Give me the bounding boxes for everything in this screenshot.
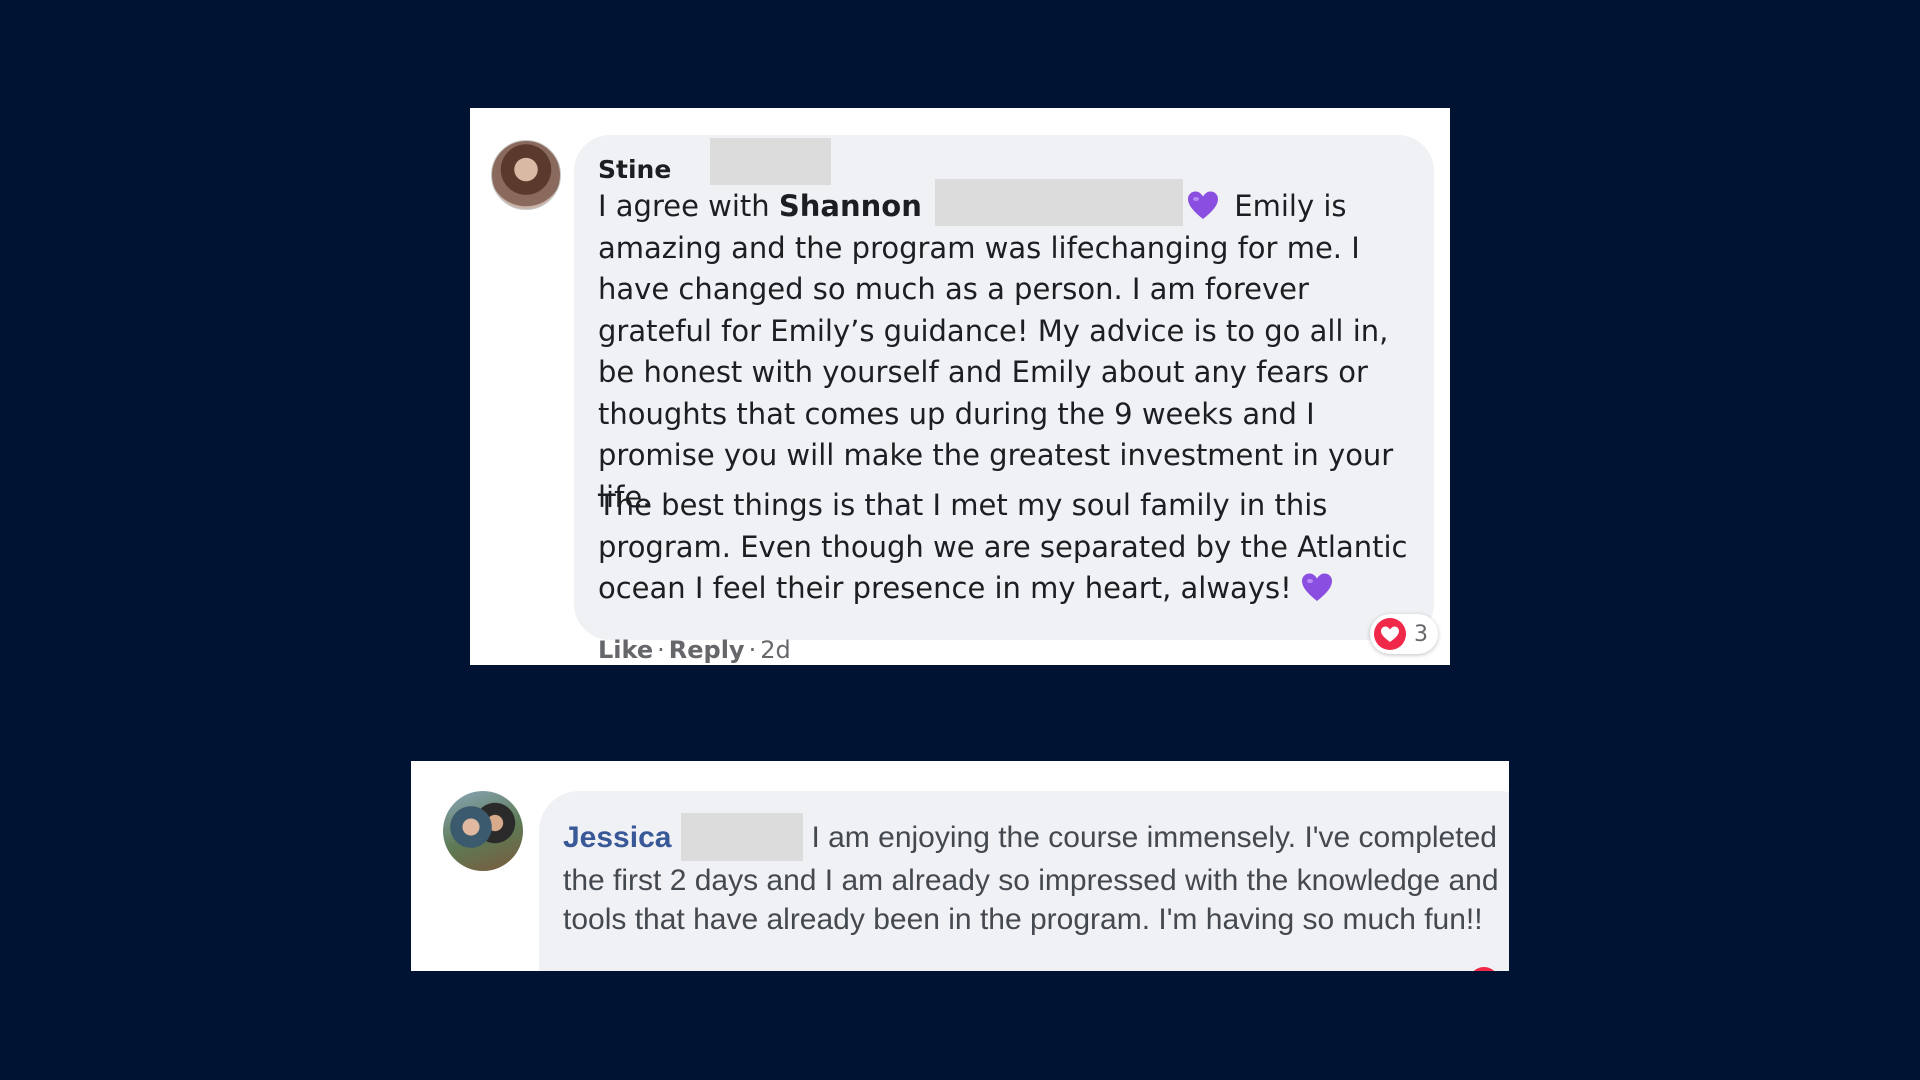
comment-text-body: Emily is amazing and the program was lif… xyxy=(598,189,1394,514)
comment-bubble: Stine I agree with Shannon Emily is amaz… xyxy=(574,135,1434,640)
like-button[interactable]: Like xyxy=(598,636,653,664)
separator: · xyxy=(657,636,665,664)
comment-text-body-2: The best things is that I met my soul fa… xyxy=(598,488,1408,605)
comment-paragraph-1: I agree with Shannon Emily is amazing an… xyxy=(598,179,1428,518)
comment-card-jessica: Jessica I am enjoying the course immensel… xyxy=(411,761,1509,971)
comment-text-prefix: I agree with xyxy=(598,189,779,223)
comment-timestamp[interactable]: 2d xyxy=(760,636,791,664)
comment-actions: Like · Reply · 2d xyxy=(598,636,791,664)
redacted-surname-block xyxy=(710,138,831,185)
separator: · xyxy=(748,636,757,664)
purple-heart-icon xyxy=(1188,191,1219,219)
avatar-stine[interactable] xyxy=(491,140,561,210)
reaction-summary[interactable]: 3 xyxy=(1370,614,1438,654)
redacted-mention-surname xyxy=(935,179,1184,226)
purple-heart-icon xyxy=(1301,573,1332,601)
comment-card-stine: Stine I agree with Shannon Emily is amaz… xyxy=(470,108,1450,665)
reply-button[interactable]: Reply xyxy=(669,636,745,664)
reaction-count: 3 xyxy=(1414,621,1428,647)
mention-link[interactable]: Shannon xyxy=(779,189,922,223)
comment-paragraph-2: The best things is that I met my soul fa… xyxy=(598,485,1428,610)
love-reaction-icon xyxy=(1374,618,1406,650)
redacted-surname-block xyxy=(681,813,804,861)
comment-bubble: Jessica I am enjoying the course immensel… xyxy=(539,791,1509,971)
comment-content: Jessica I am enjoying the course immensel… xyxy=(563,813,1509,939)
avatar-jessica[interactable] xyxy=(443,791,523,871)
comment-author[interactable]: Jessica xyxy=(563,821,671,854)
